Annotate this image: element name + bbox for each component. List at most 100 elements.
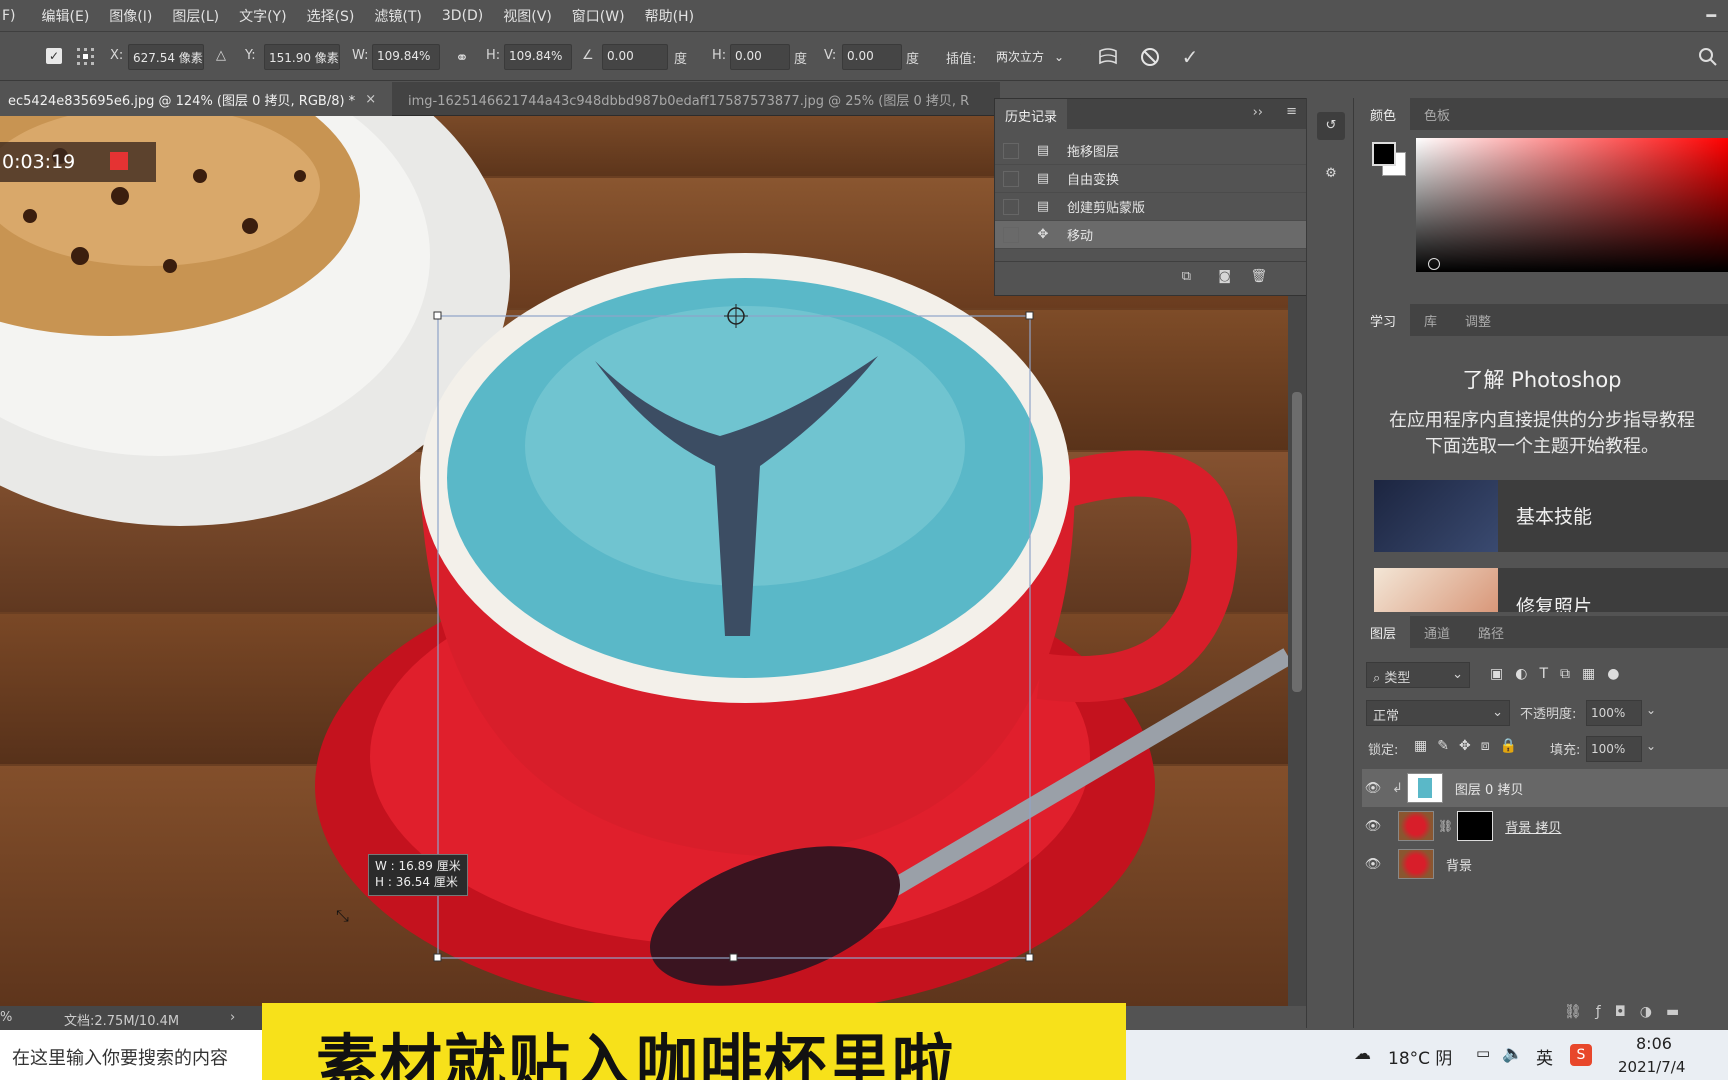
layer-row[interactable]: 👁 ⛓ 背景 拷贝: [1362, 807, 1728, 845]
h-skew-field[interactable]: 0.00: [730, 44, 790, 70]
visibility-eye-icon[interactable]: 👁: [1362, 857, 1384, 872]
weather-cloud-icon[interactable]: ☁: [1354, 1044, 1371, 1064]
blend-mode-select[interactable]: 正常 ⌄: [1366, 700, 1510, 726]
learn-panel-tabs: 学习 库 调整: [1356, 304, 1728, 336]
new-document-from-state-icon[interactable]: ⧉: [1182, 269, 1191, 284]
commit-transform-icon[interactable]: ✓: [1178, 45, 1202, 69]
rotate-angle-field[interactable]: 0.00: [602, 44, 668, 70]
menu-item-filter[interactable]: 滤镜(T): [364, 6, 431, 26]
learn-card-thumbnail: [1374, 480, 1498, 552]
opacity-field[interactable]: 100%: [1586, 700, 1642, 726]
history-panel-icon[interactable]: ↺: [1317, 112, 1345, 140]
interpolation-select[interactable]: 两次立方 ⌄: [992, 44, 1082, 70]
document-icon: ▤: [1036, 143, 1050, 158]
document-tab-inactive[interactable]: img-1625146621744a43c948dbbd987b0edaff17…: [400, 82, 994, 116]
delete-trash-icon[interactable]: 🗑: [1250, 269, 1267, 284]
history-item[interactable]: ▤ 自由变换: [995, 165, 1307, 193]
menu-item-window[interactable]: 窗口(W): [562, 6, 635, 26]
history-item-selected[interactable]: ✥ 移动: [995, 221, 1307, 249]
properties-panel-icon[interactable]: ⚙: [1317, 160, 1345, 188]
layer-row[interactable]: 👁 背景: [1362, 845, 1728, 883]
fill-field[interactable]: 100%: [1586, 736, 1642, 762]
tab-library[interactable]: 库: [1410, 304, 1451, 336]
battery-icon[interactable]: ▭: [1476, 1044, 1490, 1062]
ime-indicator[interactable]: 英: [1536, 1044, 1553, 1069]
width-field[interactable]: 109.84%: [372, 44, 440, 70]
minimize-icon[interactable]: ━: [1706, 6, 1716, 25]
collapse-panel-icon[interactable]: ››: [1253, 105, 1263, 120]
history-item[interactable]: ▤ 创建剪贴蒙版: [995, 193, 1307, 221]
opacity-label: 不透明度:: [1520, 707, 1577, 722]
snapshot-camera-icon[interactable]: ◙: [1218, 269, 1231, 284]
link-icon[interactable]: ⚭: [450, 45, 474, 69]
height-field[interactable]: 109.84%: [504, 44, 572, 70]
close-tab-icon[interactable]: ×: [365, 92, 376, 107]
v-skew-field[interactable]: 0.00: [842, 44, 902, 70]
status-arrow-icon[interactable]: ›: [230, 1010, 235, 1025]
cancel-transform-icon[interactable]: [1138, 45, 1162, 69]
reference-point-grid-icon[interactable]: [74, 45, 98, 69]
menu-item-layer[interactable]: 图层(L): [162, 6, 229, 26]
y-position-field[interactable]: 151.90 像素: [264, 44, 340, 70]
opacity-dropdown-icon[interactable]: ⌄: [1646, 703, 1656, 717]
color-picker-field[interactable]: [1416, 138, 1728, 272]
history-tab[interactable]: 历史记录: [995, 99, 1068, 129]
scrollbar-thumb[interactable]: [1292, 392, 1302, 692]
layer-row-selected[interactable]: 👁 ↲ 图层 0 拷贝: [1362, 769, 1728, 807]
layer-name[interactable]: 图层 0 拷贝: [1455, 779, 1524, 798]
tab-channels[interactable]: 通道: [1410, 616, 1464, 648]
color-panel-tabs: 颜色 色板: [1356, 98, 1728, 130]
foreground-color-swatch[interactable]: [1372, 142, 1396, 166]
tab-learn[interactable]: 学习: [1356, 304, 1411, 336]
history-item-label: 自由变换: [1067, 173, 1120, 188]
menu-item-edit[interactable]: 编辑(E): [32, 6, 100, 26]
layer-name[interactable]: 背景: [1446, 855, 1472, 874]
layer-name[interactable]: 背景 拷贝: [1505, 817, 1561, 836]
layer-thumbnail: [1398, 849, 1434, 879]
menu-item-file[interactable]: F): [0, 8, 32, 24]
menu-item-type[interactable]: 文字(Y): [229, 6, 296, 26]
layer-mask-thumbnail[interactable]: [1457, 811, 1494, 841]
menu-item-3d[interactable]: 3D(D): [432, 8, 493, 24]
lock-icons[interactable]: ▦✎✥⧈🔒: [1414, 738, 1527, 754]
learn-card-fix-photo[interactable]: 修复照片: [1374, 568, 1728, 612]
zoom-level[interactable]: %: [0, 1010, 12, 1025]
clock-time[interactable]: 8:06: [1636, 1034, 1672, 1053]
layer-filter-icons[interactable]: ▣◐T⧉▦●: [1490, 666, 1631, 682]
tab-layers[interactable]: 图层: [1356, 616, 1411, 648]
learn-card-basic-skills[interactable]: 基本技能: [1374, 480, 1728, 552]
tab-color[interactable]: 颜色: [1356, 98, 1411, 130]
layers-panel-tabs: 图层 通道 路径: [1356, 616, 1728, 648]
fill-dropdown-icon[interactable]: ⌄: [1646, 739, 1656, 753]
reference-point-checkbox[interactable]: ✓: [46, 48, 62, 64]
history-checkbox[interactable]: [1003, 142, 1019, 159]
color-picker-marker[interactable]: [1428, 258, 1440, 270]
sogou-input-icon[interactable]: S: [1570, 1044, 1592, 1066]
menu-item-select[interactable]: 选择(S): [297, 6, 365, 26]
menu-item-help[interactable]: 帮助(H): [635, 6, 704, 26]
tab-paths[interactable]: 路径: [1464, 616, 1518, 648]
menu-item-image[interactable]: 图像(I): [99, 6, 162, 26]
layers-footer-icons[interactable]: ⛓ƒ◘◑▬: [1564, 1004, 1693, 1020]
visibility-eye-icon[interactable]: 👁: [1362, 781, 1384, 796]
menu-item-view[interactable]: 视图(V): [493, 6, 562, 26]
history-checkbox[interactable]: [1003, 170, 1019, 187]
tab-adjustments[interactable]: 调整: [1451, 304, 1505, 336]
x-position-field[interactable]: 627.54 像素: [128, 44, 204, 70]
taskbar-search-input[interactable]: 在这里输入你要搜索的内容: [0, 1030, 262, 1080]
volume-icon[interactable]: 🔈: [1502, 1044, 1523, 1064]
layer-filter-select[interactable]: ⌕ 类型 ⌄: [1366, 662, 1470, 688]
history-checkbox[interactable]: [1003, 198, 1019, 215]
panel-menu-icon[interactable]: ≡: [1286, 104, 1297, 119]
weather-text[interactable]: 18°C 阴: [1388, 1044, 1452, 1069]
clock-date[interactable]: 2021/7/4: [1618, 1058, 1685, 1076]
visibility-eye-icon[interactable]: 👁: [1362, 819, 1384, 834]
x-label: X:: [110, 48, 124, 63]
warp-icon[interactable]: [1096, 45, 1120, 69]
document-tab-active[interactable]: ec5424e835695e6.jpg @ 124% (图层 0 拷贝, RGB…: [0, 82, 392, 116]
tab-swatches[interactable]: 色板: [1410, 98, 1464, 130]
history-checkbox[interactable]: [1003, 226, 1019, 243]
chain-link-icon[interactable]: ⛓: [1438, 819, 1453, 833]
search-icon[interactable]: [1696, 45, 1720, 69]
history-item[interactable]: ▤ 拖移图层: [995, 137, 1307, 165]
